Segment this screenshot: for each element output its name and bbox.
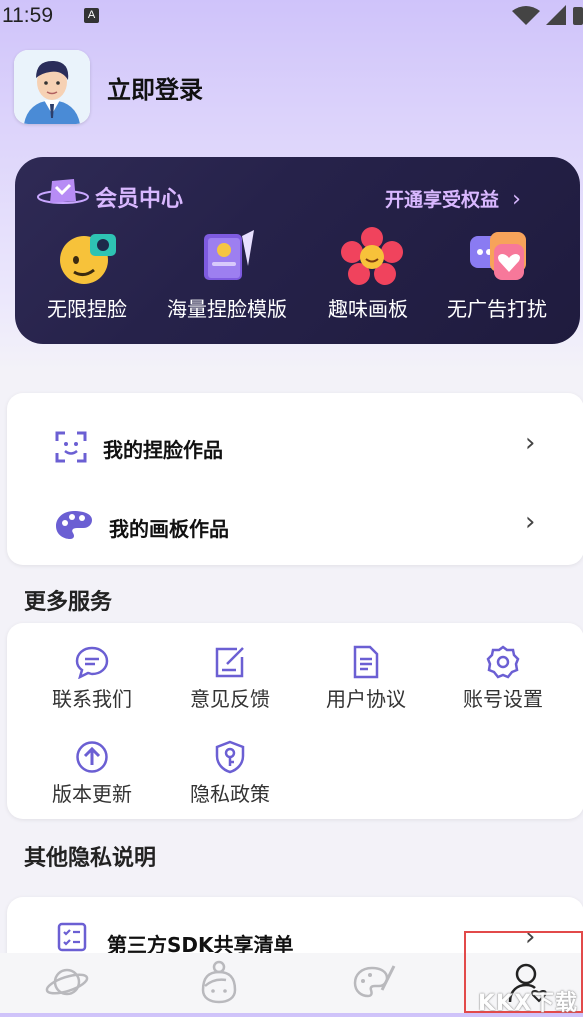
privacy-policy-item[interactable]: 隐私政策	[165, 740, 295, 810]
perk-no-ads: 无广告打扰	[447, 297, 547, 321]
paint-palette-icon	[353, 965, 396, 998]
girl-face-icon	[201, 960, 237, 1004]
member-cta-link[interactable]: 开通享受权益 ›	[385, 185, 521, 212]
wifi-icon	[512, 6, 540, 25]
checklist-icon	[57, 922, 87, 952]
contact-us-item[interactable]: 联系我们	[27, 645, 157, 715]
chevron-right-icon: ›	[512, 187, 521, 212]
gear-icon	[486, 645, 520, 679]
other-privacy-title: 其他隐私说明	[24, 846, 157, 871]
emoji-face-icon	[60, 234, 116, 284]
planet-icon	[45, 968, 89, 996]
user-avatar-icon	[14, 50, 90, 124]
status-bar: 11:59 A	[0, 0, 583, 32]
watermark: KKX下载	[478, 991, 579, 1016]
user-agreement-label: 用户协议	[326, 687, 406, 711]
contact-us-label: 联系我们	[52, 687, 132, 711]
version-update-label: 版本更新	[52, 782, 132, 806]
face-scan-icon	[55, 431, 87, 463]
signal-icon	[546, 5, 566, 25]
battery-icon	[573, 7, 583, 25]
template-book-icon	[204, 230, 254, 280]
chat-bubble-icon	[75, 646, 109, 679]
nav-home-tab[interactable]	[40, 962, 96, 1010]
login-link[interactable]: 立即登录	[107, 70, 203, 105]
my-board-works-row[interactable]: 我的画板作品 ›	[7, 487, 583, 565]
status-time: 11:59	[2, 4, 53, 27]
perk-unlimited-face: 无限捏脸	[47, 297, 127, 321]
my-board-works-label: 我的画板作品	[109, 517, 229, 541]
upload-arrow-icon	[76, 741, 108, 773]
member-center-title: 会员中心	[95, 187, 184, 212]
chevron-right-icon: ›	[525, 428, 536, 458]
member-cta-label: 开通享受权益	[385, 189, 500, 211]
palette-icon	[56, 511, 92, 539]
shield-key-icon	[215, 740, 245, 774]
my-face-works-row[interactable]: 我的捏脸作品 ›	[7, 408, 583, 486]
edit-feedback-icon	[215, 647, 244, 678]
privacy-policy-label: 隐私政策	[190, 782, 270, 806]
user-agreement-item[interactable]: 用户协议	[301, 645, 431, 715]
feedback-item[interactable]: 意见反馈	[165, 645, 295, 715]
feedback-label: 意见反馈	[190, 687, 270, 711]
chevron-right-icon: ›	[525, 507, 536, 537]
document-icon	[353, 645, 379, 679]
account-settings-label: 账号设置	[463, 687, 543, 711]
perk-drawing-board: 趣味画板	[328, 297, 408, 321]
no-ads-heart-icon	[470, 232, 526, 280]
crown-badge-icon	[37, 179, 89, 204]
avatar[interactable]	[14, 50, 90, 124]
version-update-item[interactable]: 版本更新	[27, 740, 157, 810]
perk-templates: 海量捏脸模版	[167, 297, 287, 321]
more-services-title: 更多服务	[24, 590, 113, 615]
flower-icon	[341, 227, 403, 285]
nav-board-tab[interactable]	[352, 962, 408, 1010]
my-face-works-label: 我的捏脸作品	[103, 438, 223, 462]
nav-face-tab[interactable]	[196, 960, 252, 1008]
notification-icon: A	[84, 8, 99, 23]
account-settings-item[interactable]: 账号设置	[438, 645, 568, 715]
